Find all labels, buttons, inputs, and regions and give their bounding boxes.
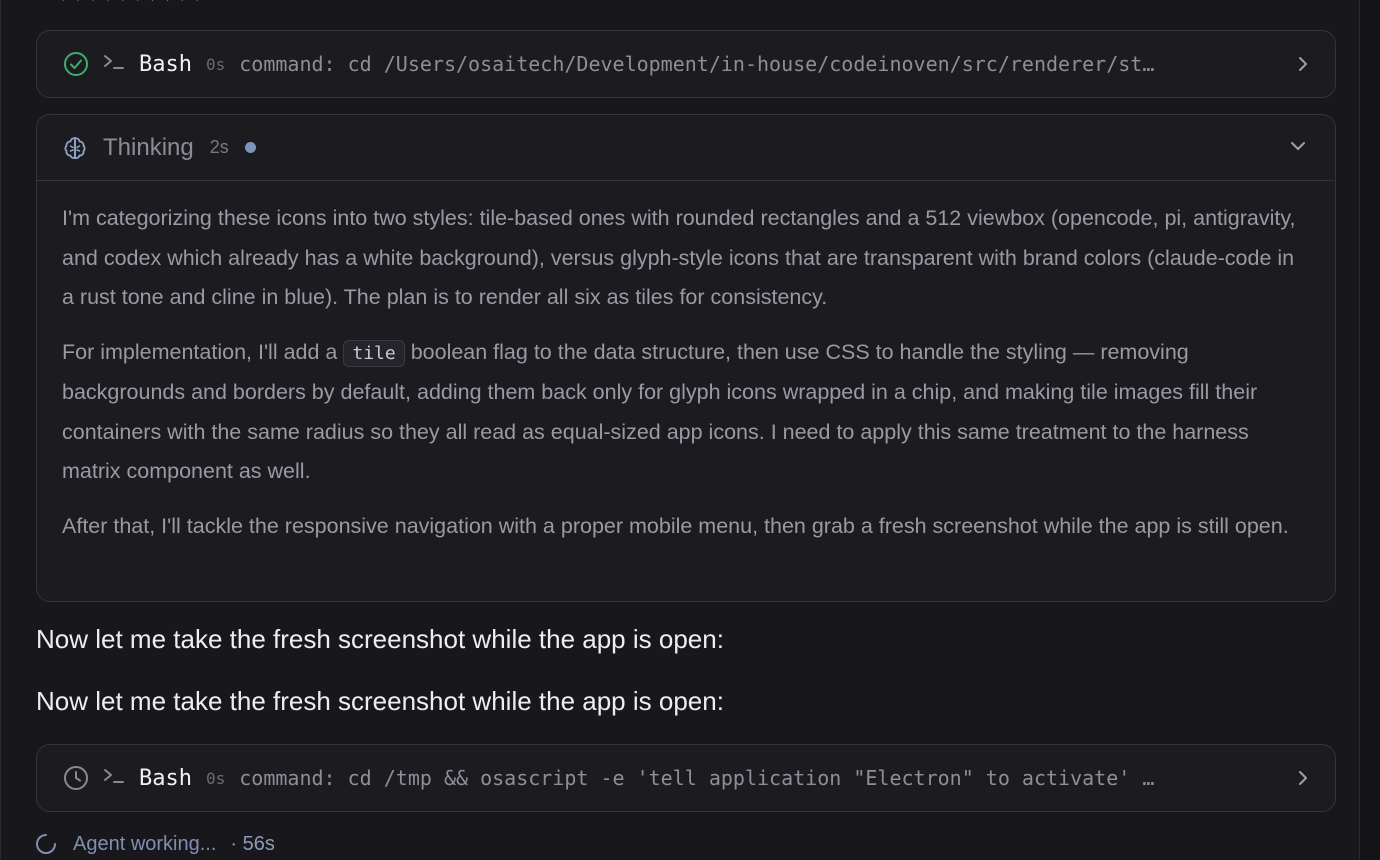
agent-status: Agent working... · 56s [35, 830, 275, 858]
spinner-icon [35, 833, 57, 855]
inline-code: tile [343, 339, 405, 367]
tool-name: Bash [139, 51, 192, 77]
terminal-prompt-icon [103, 766, 127, 790]
agent-elapsed-time: · 56s [230, 832, 275, 855]
thinking-header[interactable]: Thinking 2s [37, 115, 1335, 181]
assistant-message: Now let me take the fresh screenshot whi… [36, 624, 724, 654]
thinking-title: Thinking [103, 133, 194, 161]
chevron-down-icon[interactable] [1289, 139, 1307, 157]
tool-call-bash-2[interactable]: Bash 0s command: cd /tmp && osascript -e… [36, 744, 1336, 812]
tool-name: Bash [139, 765, 192, 791]
truncated-previous-text: , , , , , , , , , , [61, 0, 202, 4]
thinking-paragraph: After that, I'll tackle the responsive n… [62, 513, 1289, 538]
tool-duration: 0s [205, 54, 226, 74]
tool-duration: 0s [205, 768, 226, 788]
window-edge [1360, 0, 1380, 860]
terminal-prompt-icon [103, 52, 127, 76]
tool-command: command: cd /Users/osaitech/Development/… [239, 52, 1155, 76]
thinking-activity-dot [244, 142, 256, 153]
thinking-time: 2s [209, 137, 229, 157]
tool-call-bash-1[interactable]: Bash 0s command: cd /Users/osaitech/Deve… [36, 30, 1336, 98]
thinking-block: Thinking 2s I'm categorizing these icons… [36, 114, 1336, 602]
assistant-message: Now let me take the fresh screenshot whi… [36, 686, 724, 716]
chat-panel: , , , , , , , , , , Bash 0s command: cd … [0, 0, 1360, 860]
chevron-right-icon[interactable] [1295, 769, 1311, 787]
brain-icon [61, 134, 89, 162]
tool-command: command: cd /tmp && osascript -e 'tell a… [239, 766, 1155, 790]
thinking-paragraph: I'm categorizing these icons into two st… [62, 206, 1296, 309]
clock-icon [63, 765, 89, 791]
thinking-content: I'm categorizing these icons into two st… [37, 181, 1335, 546]
thinking-paragraph: For implementation, I'll add a tile bool… [62, 339, 1258, 483]
chevron-right-icon[interactable] [1295, 55, 1311, 73]
agent-status-label: Agent working... [73, 832, 217, 855]
check-circle-icon [63, 51, 89, 77]
